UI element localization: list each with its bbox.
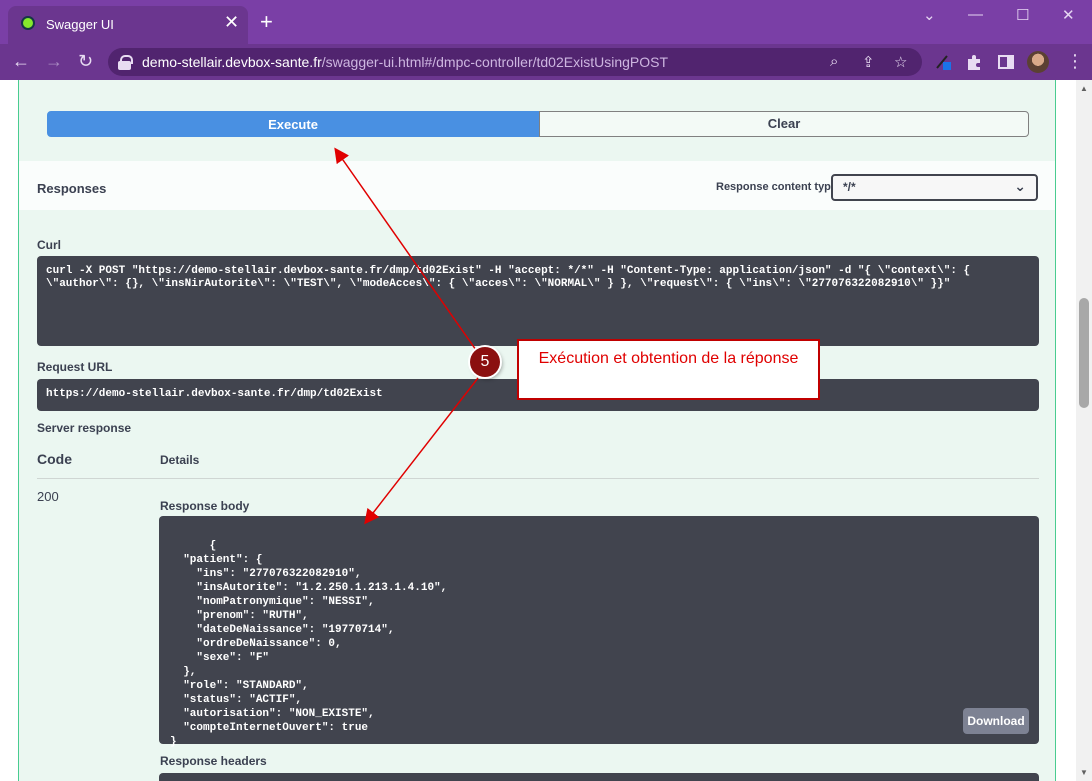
step-number-badge: 5 [470, 347, 500, 377]
zoom-icon[interactable]: ⌕ [830, 53, 838, 70]
response-body-json: { "patient": { "ins": "277076322082910",… [170, 540, 448, 748]
browser-tab-bar: Swagger UI ✕ + ⌄ — ☐ ✕ [0, 0, 1092, 44]
browser-tab[interactable]: Swagger UI ✕ [8, 6, 248, 44]
window-close-button[interactable]: ✕ [1062, 6, 1075, 24]
response-body[interactable]: { "patient": { "ins": "277076322082910",… [159, 516, 1039, 748]
response-code: 200 [37, 489, 59, 504]
content-type-value: */* [843, 180, 856, 194]
swagger-favicon-icon [21, 16, 35, 30]
bookmark-star-icon[interactable]: ☆ [894, 53, 907, 71]
url-text[interactable]: demo-stellair.devbox-sante.fr/swagger-ui… [142, 54, 668, 70]
extension-pen-icon[interactable] [934, 53, 952, 71]
response-headers[interactable] [159, 773, 1039, 781]
operation-block-post: Execute Clear Responses Response content… [18, 80, 1056, 781]
response-body-label: Response body [160, 499, 250, 513]
execute-button[interactable]: Execute [47, 111, 539, 137]
response-headers-label: Response headers [160, 754, 267, 768]
address-bar[interactable]: demo-stellair.devbox-sante.fr/swagger-ui… [108, 48, 922, 76]
responses-title: Responses [37, 181, 107, 196]
reload-icon[interactable]: ↻ [78, 51, 93, 71]
response-content-type-label: Response content type [716, 181, 838, 193]
forward-arrow-icon[interactable]: → [45, 51, 63, 71]
clear-button[interactable]: Clear [539, 111, 1029, 137]
swagger-page: Execute Clear Responses Response content… [0, 80, 1076, 781]
extensions-puzzle-icon[interactable] [965, 53, 983, 71]
chevron-down-icon: ⌄ [1014, 178, 1026, 194]
request-url-label: Request URL [37, 360, 113, 374]
server-response-label: Server response [37, 421, 132, 435]
table-divider [37, 478, 1039, 479]
column-details: Details [160, 453, 200, 467]
browser-toolbar: ← → ↻ demo-stellair.devbox-sante.fr/swag… [0, 44, 1092, 80]
page-scrollbar[interactable]: ▲ ▼ [1076, 80, 1092, 781]
back-arrow-icon[interactable]: ← [12, 51, 30, 71]
side-panel-icon[interactable] [997, 53, 1015, 71]
profile-avatar[interactable] [1027, 51, 1049, 73]
curl-label: Curl [37, 238, 61, 252]
response-content-type-select[interactable]: */* ⌄ [831, 174, 1038, 201]
minimize-button[interactable]: — [968, 6, 983, 23]
share-icon[interactable]: ⇪ [862, 53, 875, 71]
curl-command[interactable]: curl -X POST "https://demo-stellair.devb… [37, 256, 1039, 346]
scrollbar-thumb[interactable] [1079, 298, 1089, 408]
maximize-button[interactable]: ☐ [1016, 6, 1029, 24]
scroll-down-icon[interactable]: ▼ [1080, 768, 1088, 777]
tab-title: Swagger UI [46, 17, 114, 32]
tab-close-icon[interactable]: ✕ [224, 13, 239, 31]
download-button[interactable]: Download [963, 708, 1029, 734]
new-tab-button[interactable]: + [260, 11, 273, 33]
browser-menu-icon[interactable]: ⋮ [1066, 51, 1084, 71]
scroll-up-icon[interactable]: ▲ [1080, 84, 1088, 93]
column-code: Code [37, 451, 72, 467]
tab-search-icon[interactable]: ⌄ [923, 6, 936, 24]
annotation-callout: Exécution et obtention de la réponse [517, 339, 820, 400]
